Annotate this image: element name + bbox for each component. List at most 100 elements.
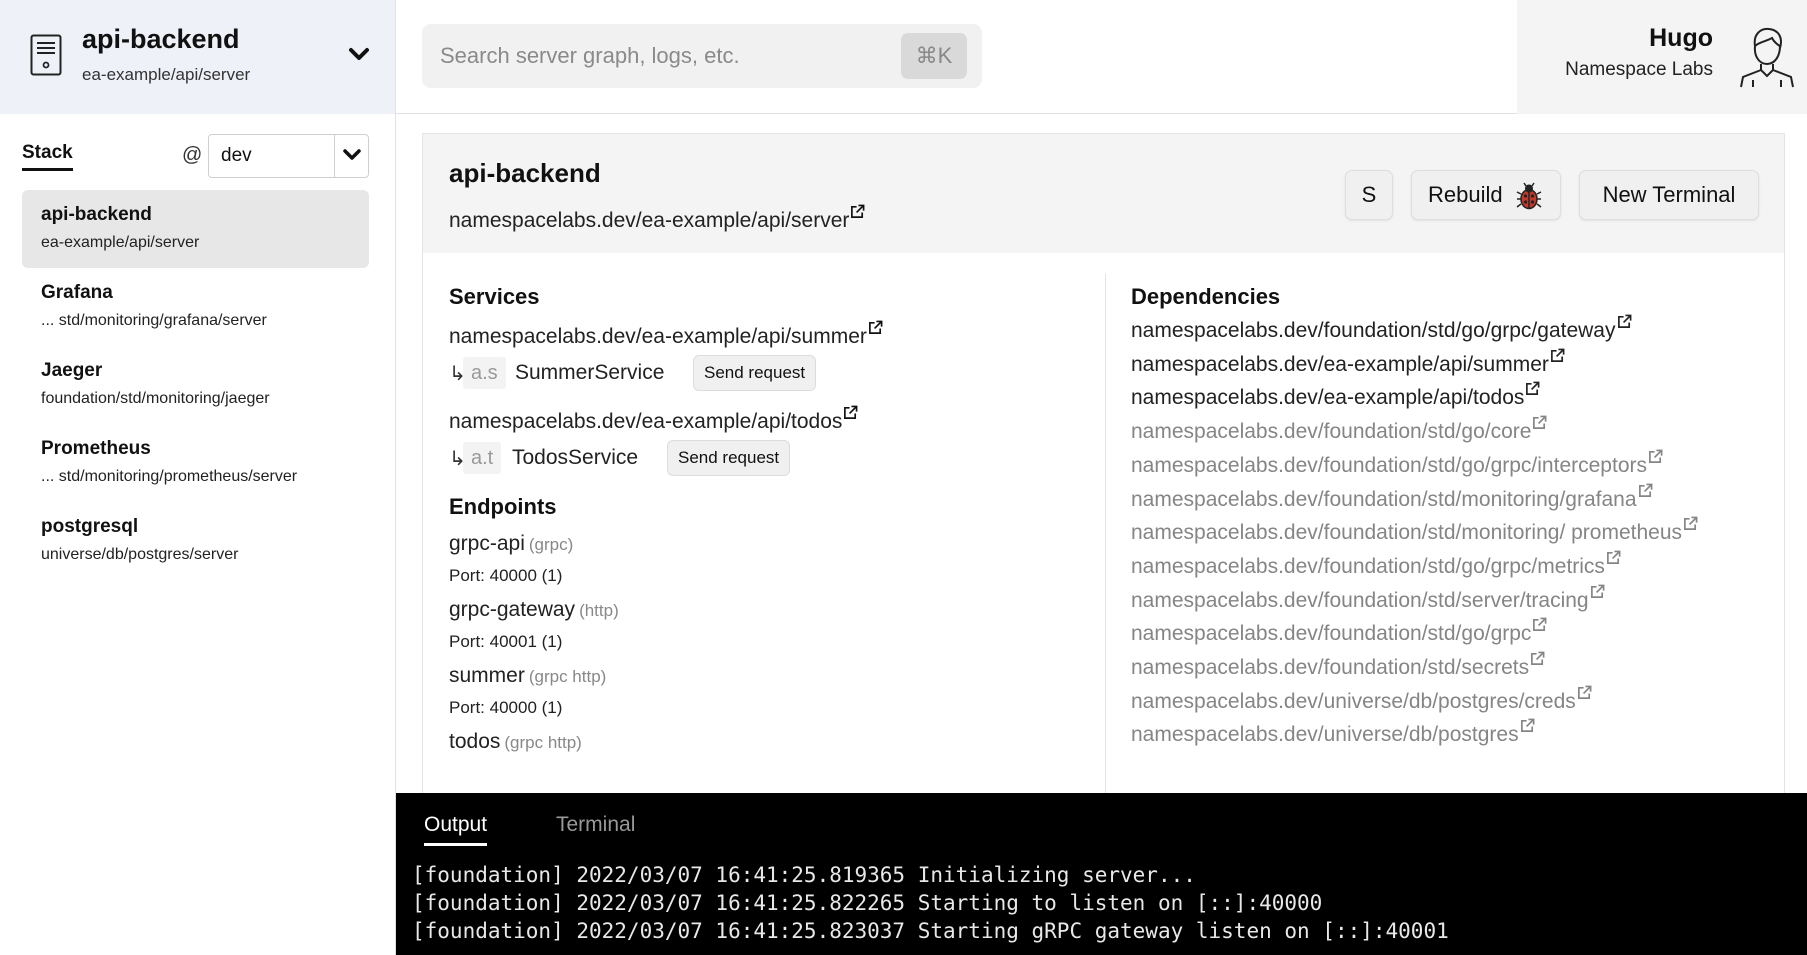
env-select[interactable]: dev [208,134,369,178]
rebuild-label: Rebuild [1428,182,1503,207]
dependency-link[interactable]: namespacelabs.dev/foundation/std/go/grpc… [1131,550,1771,584]
dependency-url: namespacelabs.dev/ea-example/api/todos [1131,386,1525,410]
service-name: SummerService [515,361,665,384]
dependency-link[interactable]: namespacelabs.dev/universe/db/postgres [1131,718,1771,752]
dependency-url: namespacelabs.dev/universe/db/postgres [1131,723,1519,747]
stack-item-path: ... std/monitoring/prometheus/server [41,468,298,485]
external-link-icon [1550,348,1565,362]
user-avatar-icon[interactable] [1739,24,1795,88]
console-panel: Output Terminal [foundation] 2022/03/07 … [396,793,1807,955]
console-log: [foundation] 2022/03/07 16:41:25.819365 … [412,861,1449,945]
dependency-url: namespacelabs.dev/foundation/std/monitor… [1131,487,1637,511]
external-link-icon [1617,314,1631,328]
rebuild-button[interactable]: Rebuild [1411,170,1561,220]
top-bar: api-backend ea-example/api/server ⌘K Hug… [0,0,1807,114]
server-url-link[interactable]: namespacelabs.dev/ea-example/api/server [449,204,865,233]
dependency-link[interactable]: namespacelabs.dev/ea-example/api/summer [1131,348,1771,382]
dependency-link[interactable]: namespacelabs.dev/foundation/std/go/core [1131,415,1771,449]
env-value: dev [221,145,252,166]
dependency-url: namespacelabs.dev/foundation/std/go/grpc… [1131,554,1605,578]
stack-item-prometheus[interactable]: Prometheus ... std/monitoring/prometheus… [22,424,369,502]
search-shortcut-badge: ⌘K [901,33,967,79]
services-title: Services [449,284,540,309]
dependency-link[interactable]: namespacelabs.dev/universe/db/postgres/c… [1131,685,1771,719]
user-org: Namespace Labs [1565,59,1713,80]
external-link-icon [844,405,858,419]
stack-item-grafana[interactable]: Grafana ... std/monitoring/grafana/serve… [22,268,369,346]
service-tag: a.t [463,442,502,474]
endpoint-protocol: (http) [579,601,619,620]
dependency-url: namespacelabs.dev/foundation/std/go/grpc… [1131,319,1616,342]
dependency-link[interactable]: namespacelabs.dev/foundation/std/monitor… [1131,516,1771,550]
log-line: [foundation] 2022/03/07 16:41:25.822265 … [412,891,1323,915]
endpoint-port: Port: 40000 (1) [449,566,563,585]
endpoint-name: summer [449,664,525,687]
server-icon [30,34,62,76]
external-link-icon [1520,719,1535,733]
env-dropdown-button[interactable] [334,135,368,177]
endpoint-name: grpc-gateway [449,598,576,621]
external-link-icon [1577,685,1592,699]
env-at-label: @ [182,144,203,166]
dependency-link[interactable]: namespacelabs.dev/foundation/std/monitor… [1131,483,1771,517]
tab-stack[interactable]: Stack [22,142,73,171]
dependency-link[interactable]: namespacelabs.dev/foundation/std/go/grpc [1131,617,1771,651]
service-url-link[interactable]: namespacelabs.dev/ea-example/api/todos [449,405,1089,434]
external-link-icon [1649,449,1663,463]
stack-item-name: postgresql [41,516,139,537]
dependency-link[interactable]: namespacelabs.dev/foundation/std/server/… [1131,584,1771,618]
dependency-link[interactable]: namespacelabs.dev/foundation/std/secrets [1131,651,1771,685]
dependency-url: namespacelabs.dev/foundation/std/server/… [1131,588,1589,612]
tab-terminal[interactable]: Terminal [556,813,635,837]
stack-item-path: universe/db/postgres/server [41,546,239,563]
dependency-url: namespacelabs.dev/foundation/std/go/grpc… [1131,453,1647,477]
s-button[interactable]: S [1345,170,1393,220]
server-path: ea-example/api/server [82,65,251,84]
server-url-text: namespacelabs.dev/ea-example/api/server [449,209,850,232]
chevron-down-icon[interactable] [348,44,370,64]
stack-item-jaeger[interactable]: Jaeger foundation/std/monitoring/jaeger [22,346,369,424]
log-line: [foundation] 2022/03/07 16:41:25.819365 … [412,863,1196,887]
service-url-link[interactable]: namespacelabs.dev/ea-example/api/summer [449,320,1089,349]
service-block-summer: namespacelabs.dev/ea-example/api/summer … [449,320,1089,395]
endpoint-item: summer (grpc http) Port: 40000 (1) [449,664,1089,718]
service-tag: a.s [463,357,506,389]
tab-output[interactable]: Output [424,813,488,846]
dependency-link[interactable]: namespacelabs.dev/foundation/std/go/grpc… [1131,314,1771,348]
dependency-link[interactable]: namespacelabs.dev/ea-example/api/todos [1131,381,1771,415]
endpoints-title: Endpoints [449,494,557,519]
external-link-icon [1638,483,1652,497]
stack-item-path: ea-example/api/server [41,234,200,251]
send-request-button[interactable]: Send request [693,355,817,391]
dependency-list: namespacelabs.dev/foundation/std/go/grpc… [1131,314,1771,752]
server-detail-panel: api-backend namespacelabs.dev/ea-example… [422,133,1785,793]
stack-item-name: Jaeger [41,360,103,381]
user-menu[interactable]: Hugo Namespace Labs [1517,0,1807,114]
bug-icon [1516,182,1542,210]
send-request-button[interactable]: Send request [667,440,791,476]
search-box[interactable]: ⌘K [422,24,982,88]
endpoint-protocol: (grpc http) [528,667,607,686]
stack-item-api-backend[interactable]: api-backend ea-example/api/server [22,190,369,268]
search-input[interactable] [440,36,880,76]
external-link-icon [868,320,883,334]
endpoint-name: grpc-api [449,532,525,555]
page-title: api-backend [449,158,601,188]
server-name: api-backend [82,24,240,54]
endpoint-item: todos (grpc http) [449,730,1089,754]
stack-item-name: Prometheus [41,438,151,459]
new-terminal-button[interactable]: New Terminal [1579,170,1759,220]
server-header: api-backend namespacelabs.dev/ea-example… [423,134,1784,253]
server-switcher[interactable]: api-backend ea-example/api/server [0,0,396,114]
service-name: TodosService [512,446,639,469]
dependency-url: namespacelabs.dev/foundation/std/monitor… [1131,521,1683,545]
external-link-icon [1606,550,1621,564]
chevron-down-icon [343,149,361,160]
dependency-link[interactable]: namespacelabs.dev/foundation/std/go/grpc… [1131,449,1771,483]
endpoint-item: grpc-gateway (http) Port: 40001 (1) [449,598,1089,652]
dependency-url: namespacelabs.dev/foundation/std/go/core [1131,420,1532,444]
stack-item-name: Grafana [41,282,113,303]
column-divider [1105,274,1106,793]
external-link-icon [851,204,865,218]
stack-item-postgresql[interactable]: postgresql universe/db/postgres/server [22,502,369,580]
